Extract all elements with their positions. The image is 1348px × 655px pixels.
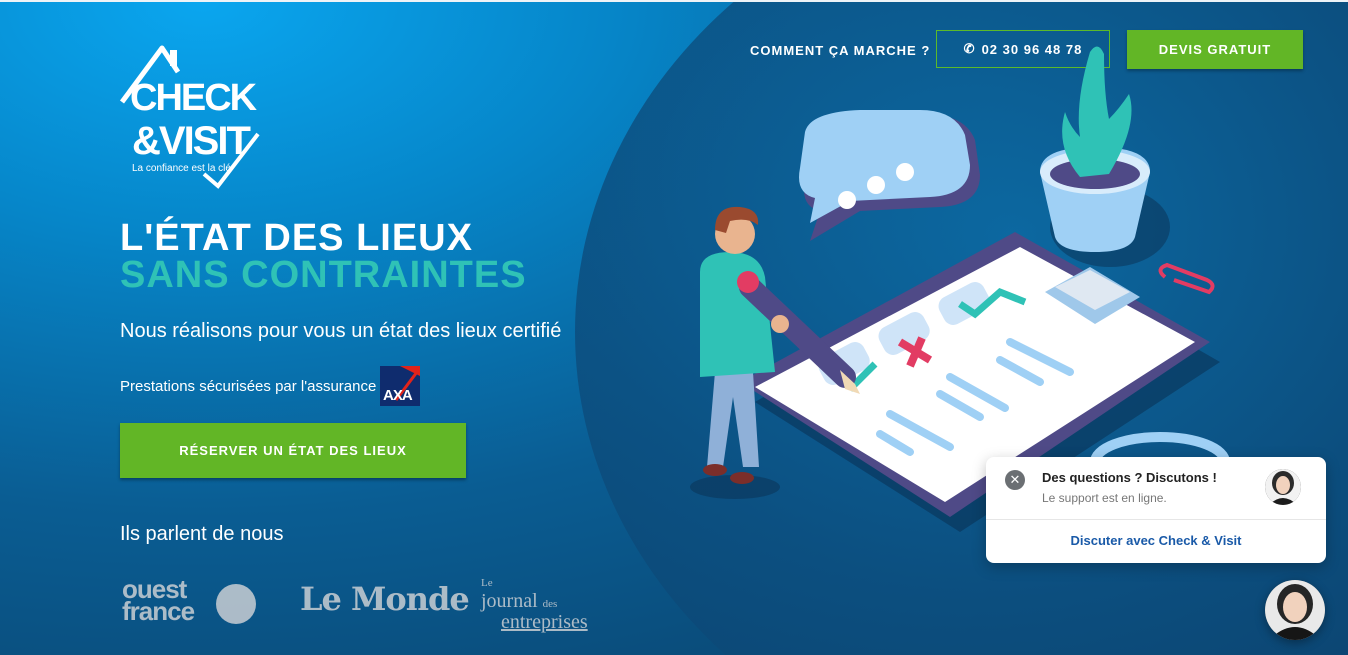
- ouest-france-emblem: [216, 584, 256, 624]
- logo-tagline: La confiance est la clé: [132, 163, 231, 174]
- speech-bubble-icon: [799, 110, 980, 241]
- chat-divider: [986, 519, 1326, 520]
- plant-icon: [1040, 46, 1170, 267]
- book-inspection-button[interactable]: RÉSERVER UN ÉTAT DES LIEUX: [120, 423, 466, 478]
- le-monde-logo: Le Monde: [300, 580, 470, 618]
- svg-text:AXA: AXA: [383, 387, 413, 404]
- person-illustration: [690, 206, 860, 499]
- start-chat-link[interactable]: Discuter avec Check & Visit: [986, 533, 1326, 548]
- support-avatar: [1265, 469, 1301, 505]
- ouest-france-logo: ouest france: [122, 574, 195, 626]
- axa-logo: AXA: [380, 366, 422, 406]
- chat-title: Des questions ? Discutons !: [1042, 470, 1217, 485]
- logo-line2: &VISIT: [132, 119, 250, 163]
- top-strip: [0, 0, 1348, 2]
- chat-widget[interactable]: ✕ Des questions ? Discutons ! Le support…: [986, 457, 1326, 563]
- journal-entreprises-logo: Le journal des entreprises: [481, 577, 588, 633]
- check-visit-logo[interactable]: CHECK &VISIT La confiance est la clé: [118, 44, 263, 189]
- chat-launcher-avatar[interactable]: [1265, 580, 1325, 640]
- house-roof-icon: CHECK &VISIT La confiance est la clé: [119, 45, 260, 189]
- insurance-text: Prestations sécurisées par l'assurance: [120, 377, 377, 395]
- insurance-line: Prestations sécurisées par l'assurance A…: [120, 366, 422, 406]
- press-title: Ils parlent de nous: [120, 523, 284, 545]
- close-icon[interactable]: ✕: [1005, 470, 1025, 490]
- hero-title-line2: SANS CONTRAINTES: [120, 254, 527, 296]
- logo-line1: CHECK: [130, 77, 258, 119]
- chat-status: Le support est en ligne.: [1042, 491, 1167, 505]
- hero-subtitle: Nous réalisons pour vous un état des lie…: [120, 320, 562, 342]
